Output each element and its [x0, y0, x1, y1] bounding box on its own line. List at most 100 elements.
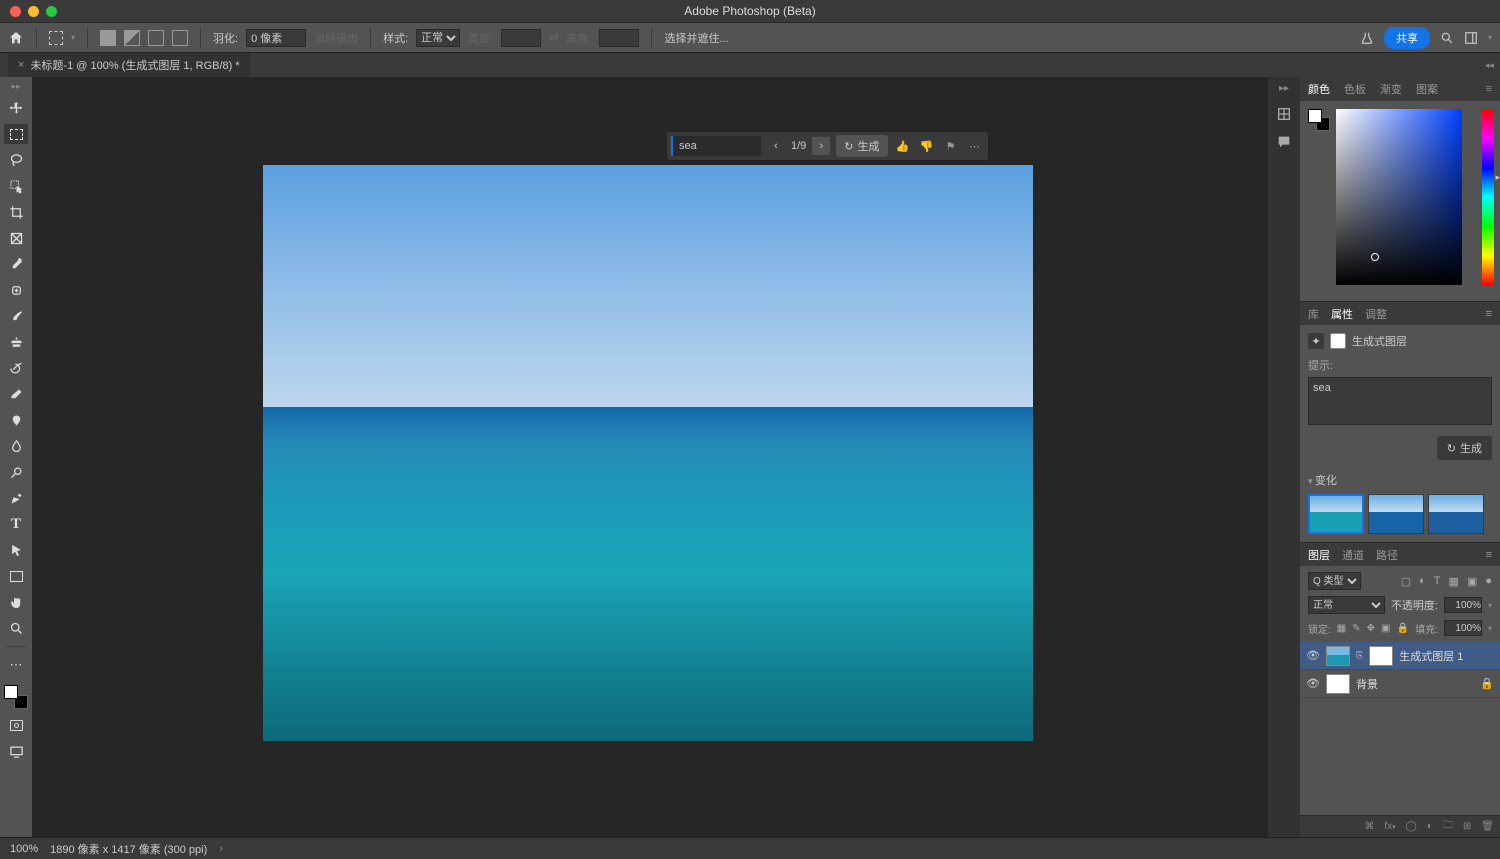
path-select-tool-icon[interactable] — [4, 540, 28, 560]
link-icon[interactable]: ⎘ — [1356, 650, 1363, 661]
lock-artboard-icon[interactable]: ▣ — [1381, 623, 1390, 634]
style-select[interactable]: 正常 — [416, 29, 460, 47]
panel-menu-icon[interactable]: ≡ — [1486, 549, 1492, 561]
panel-icon-1[interactable] — [1276, 106, 1292, 122]
more-icon[interactable]: ⋯ — [966, 137, 984, 155]
filter-shape-icon[interactable]: ▦ — [1449, 575, 1459, 588]
tab-adjustments[interactable]: 调整 — [1365, 306, 1387, 322]
search-icon[interactable] — [1440, 31, 1454, 45]
layer-mask-thumb[interactable] — [1369, 646, 1393, 666]
panel-menu-icon[interactable]: ≡ — [1486, 308, 1492, 320]
group-icon[interactable]: 🗀 — [1443, 818, 1453, 835]
variation-thumb-2[interactable] — [1368, 494, 1424, 534]
adjustment-layer-icon[interactable]: ◐ — [1427, 821, 1433, 832]
object-select-tool-icon[interactable] — [4, 176, 28, 196]
hand-tool-icon[interactable] — [4, 592, 28, 612]
intersect-selection-icon[interactable] — [172, 30, 188, 46]
marquee-tool-icon[interactable] — [49, 31, 63, 45]
rectangle-tool-icon[interactable] — [4, 566, 28, 586]
panel-flap-icon[interactable]: ◂◂ — [1485, 60, 1494, 71]
dodge-tool-icon[interactable] — [4, 462, 28, 482]
tab-properties[interactable]: 属性 — [1331, 306, 1353, 322]
move-tool-icon[interactable] — [4, 98, 28, 118]
clone-stamp-tool-icon[interactable] — [4, 332, 28, 352]
frame-tool-icon[interactable] — [4, 228, 28, 248]
layer-filter-select[interactable]: Q 类型 — [1308, 572, 1361, 590]
variations-header[interactable]: 变化 — [1308, 460, 1492, 488]
tab-color[interactable]: 颜色 — [1308, 81, 1330, 97]
new-selection-icon[interactable] — [100, 30, 116, 46]
workspace-menu-icon[interactable]: ▾ — [1488, 33, 1492, 42]
canvas[interactable] — [263, 165, 1033, 741]
layer-name[interactable]: 背景 — [1356, 676, 1378, 692]
layer-name[interactable]: 生成式图层 1 — [1399, 648, 1463, 664]
thumbs-down-icon[interactable]: 👎 — [918, 137, 936, 155]
layer-thumb[interactable] — [1326, 646, 1350, 666]
canvas-area[interactable]: ‹ 1/9 › ↻生成 👍 👎 ⚑ ⋯ — [32, 77, 1268, 837]
lock-all-icon[interactable]: 🔒 — [1396, 623, 1408, 634]
fill-input[interactable] — [1444, 620, 1482, 636]
filter-type-icon[interactable]: T — [1434, 575, 1441, 588]
close-window-icon[interactable] — [10, 6, 21, 17]
visibility-icon[interactable]: 👁 — [1306, 649, 1320, 662]
gen-next-icon[interactable]: › — [812, 137, 830, 155]
color-swatch[interactable] — [1308, 109, 1330, 131]
doc-dimensions[interactable]: 1890 像素 x 1417 像素 (300 ppi) — [50, 841, 207, 857]
new-layer-icon[interactable]: ⊞ — [1463, 821, 1471, 832]
lock-brush-icon[interactable]: ✎ — [1352, 623, 1360, 634]
eyedropper-tool-icon[interactable] — [4, 254, 28, 274]
filter-image-icon[interactable]: ▢ — [1401, 575, 1411, 588]
color-swatch[interactable] — [4, 685, 28, 709]
gen-prompt-input[interactable] — [671, 136, 761, 156]
variation-thumb-1[interactable] — [1308, 494, 1364, 534]
tab-gradients[interactable]: 渐变 — [1380, 81, 1402, 97]
add-selection-icon[interactable] — [124, 30, 140, 46]
filter-adjust-icon[interactable]: ◐ — [1419, 575, 1426, 588]
screen-mode-icon[interactable] — [4, 741, 28, 761]
blur-tool-icon[interactable] — [4, 436, 28, 456]
filter-toggle-icon[interactable]: ● — [1485, 575, 1492, 588]
fx-icon[interactable]: fx▾ — [1384, 821, 1395, 832]
home-icon[interactable] — [8, 30, 24, 46]
feather-input[interactable] — [246, 29, 306, 47]
eraser-tool-icon[interactable] — [4, 384, 28, 404]
quick-mask-icon[interactable] — [4, 715, 28, 735]
color-field[interactable] — [1336, 109, 1462, 285]
delete-layer-icon[interactable]: 🗑 — [1481, 821, 1494, 832]
thumbs-up-icon[interactable]: 👍 — [894, 137, 912, 155]
properties-generate-button[interactable]: ↻生成 — [1437, 436, 1492, 460]
minimize-window-icon[interactable] — [28, 6, 39, 17]
add-mask-icon[interactable]: ◯ — [1406, 821, 1417, 832]
gradient-tool-icon[interactable] — [4, 410, 28, 430]
workspace-icon[interactable] — [1464, 31, 1478, 45]
panel-collapse-icon[interactable]: ▸▸ — [1279, 83, 1289, 94]
lock-position-icon[interactable]: ✥ — [1367, 623, 1375, 634]
subtract-selection-icon[interactable] — [148, 30, 164, 46]
hue-slider[interactable]: ▸ — [1482, 109, 1494, 285]
pen-tool-icon[interactable] — [4, 488, 28, 508]
link-layers-icon[interactable]: ⌘ — [1364, 821, 1374, 832]
opacity-input[interactable] — [1444, 597, 1482, 613]
history-brush-tool-icon[interactable] — [4, 358, 28, 378]
tab-patterns[interactable]: 图案 — [1416, 81, 1438, 97]
marquee-tool-icon[interactable] — [4, 124, 28, 144]
brush-tool-icon[interactable] — [4, 306, 28, 326]
panel-menu-icon[interactable]: ≡ — [1486, 83, 1492, 95]
blend-mode-select[interactable]: 正常 — [1308, 596, 1385, 614]
visibility-icon[interactable]: 👁 — [1306, 677, 1320, 690]
type-tool-icon[interactable]: T — [4, 514, 28, 534]
document-tab[interactable]: × 未标题-1 @ 100% (生成式图层 1, RGB/8) * — [8, 53, 250, 77]
edit-toolbar-icon[interactable]: ⋯ — [4, 655, 28, 675]
status-menu-icon[interactable]: › — [219, 843, 223, 855]
tab-libraries[interactable]: 库 — [1308, 306, 1319, 322]
filter-smart-icon[interactable]: ▣ — [1467, 575, 1477, 588]
tab-channels[interactable]: 通道 — [1342, 547, 1364, 563]
comments-icon[interactable] — [1276, 134, 1292, 150]
zoom-tool-icon[interactable] — [4, 618, 28, 638]
layer-row[interactable]: 👁 ⎘ 生成式图层 1 — [1300, 642, 1500, 670]
zoom-level[interactable]: 100% — [10, 843, 38, 855]
layer-thumb[interactable] — [1326, 674, 1350, 694]
beaker-icon[interactable] — [1360, 31, 1374, 45]
lock-pixels-icon[interactable]: ▦ — [1337, 623, 1346, 634]
gen-prev-icon[interactable]: ‹ — [767, 137, 785, 155]
